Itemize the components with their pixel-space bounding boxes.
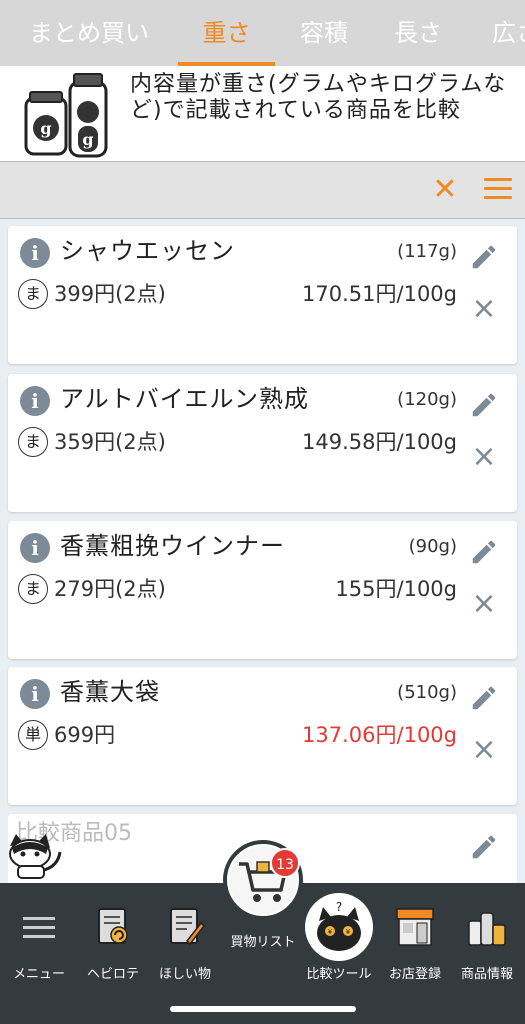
product-price: 359円(2点) — [54, 430, 166, 454]
unit-price: 155円/100g — [335, 577, 457, 601]
svg-text:?: ? — [336, 900, 342, 914]
nav-wishlist[interactable]: ほしい物 — [150, 905, 220, 985]
close-icon[interactable]: ✕ — [430, 174, 460, 206]
product-weight: (510g) — [397, 682, 457, 703]
tab-volume[interactable]: 容積 — [282, 0, 366, 66]
nav-product-label: 商品情報 — [460, 967, 513, 982]
tab-weight[interactable]: 重さ — [178, 0, 275, 66]
product-card: i 香薫粗挽ウインナー (90g) ま 279円(2点) 155円/100g × — [8, 521, 517, 659]
nav-compare-label: 比較ツール — [306, 967, 372, 982]
tab-bulk[interactable]: まとめ買い — [14, 0, 164, 66]
cart-count-badge: 13 — [270, 848, 300, 878]
product-name: 香薫粗挽ウインナー — [60, 532, 285, 560]
svg-text:¥: ¥ — [346, 928, 351, 936]
weight-jars-icon: g g — [24, 73, 108, 158]
nav-product-info[interactable]: 商品情報 — [452, 905, 522, 985]
delete-icon[interactable]: × — [471, 589, 497, 619]
product-price: 699円 — [54, 723, 116, 747]
delete-icon[interactable]: × — [471, 294, 497, 324]
product-price: 279円(2点) — [54, 577, 166, 601]
delete-icon[interactable]: × — [471, 735, 497, 765]
nav-heavy-rotation[interactable]: ヘビロテ — [78, 905, 148, 985]
tab-area[interactable]: 広さ — [474, 0, 525, 66]
svg-text:¥: ¥ — [328, 928, 333, 936]
hamburger-icon — [23, 917, 55, 938]
unit-price: 149.58円/100g — [302, 430, 457, 454]
product-weight: (90g) — [408, 536, 457, 557]
nav-store-register[interactable]: お店登録 — [380, 905, 450, 985]
pencil-icon[interactable] — [469, 242, 499, 272]
product-name: シャウエッセン — [60, 237, 235, 265]
svg-text:g: g — [40, 119, 51, 138]
purchase-type-badge: ま — [18, 574, 48, 604]
pencil-icon[interactable] — [469, 832, 499, 862]
tab-bar: まとめ買い 重さ 容積 長さ 広さ — [0, 0, 525, 66]
nav-menu[interactable]: メニュー — [4, 905, 74, 985]
products-icon — [468, 912, 506, 946]
compare-toolbar: ✕ — [0, 161, 525, 219]
product-name: 香薫大袋 — [60, 678, 160, 706]
info-icon[interactable]: i — [20, 533, 50, 563]
product-card: i アルトバイエルン熟成 (120g) ま 359円(2点) 149.58円/1… — [8, 374, 517, 512]
product-name: アルトバイエルン熟成 — [60, 385, 310, 413]
info-icon[interactable]: i — [20, 238, 50, 268]
nav-compare-tool[interactable]: ? ¥ ¥ — [305, 893, 373, 961]
product-card: i シャウエッセン (117g) ま 399円(2点) 170.51円/100g… — [8, 226, 517, 364]
cat-mascot-icon — [9, 834, 62, 879]
repeat-list-icon — [98, 908, 128, 944]
delete-icon[interactable]: × — [471, 442, 497, 472]
product-weight: (117g) — [397, 241, 457, 262]
store-icon — [396, 908, 434, 946]
purchase-type-badge: 単 — [18, 720, 48, 750]
unit-price-best: 137.06円/100g — [302, 723, 457, 747]
info-icon[interactable]: i — [20, 386, 50, 416]
purchase-type-badge: ま — [18, 279, 48, 309]
pencil-icon[interactable] — [469, 537, 499, 567]
product-price: 399円(2点) — [54, 282, 166, 306]
notepad-pencil-icon — [170, 908, 205, 946]
pencil-icon[interactable] — [469, 390, 499, 420]
product-weight: (120g) — [397, 389, 457, 410]
cat-compare-icon: ? ¥ ¥ — [317, 900, 361, 951]
svg-text:g: g — [82, 130, 93, 149]
unit-price: 170.51円/100g — [302, 282, 457, 306]
description-text: 内容量が重さ(グラムやキログラムなど)で記載されている商品を比較 — [130, 72, 507, 123]
home-indicator — [170, 1006, 356, 1012]
tab-length[interactable]: 長さ — [376, 0, 460, 66]
shopping-list-label: 買物リスト — [230, 935, 296, 950]
pencil-icon[interactable] — [469, 683, 499, 713]
nav-wish-label: ほしい物 — [158, 967, 211, 982]
info-icon[interactable]: i — [20, 679, 50, 709]
purchase-type-badge: ま — [18, 427, 48, 457]
product-card: i 香薫大袋 (510g) 単 699円 137.06円/100g × — [8, 667, 517, 805]
hamburger-icon[interactable] — [484, 178, 512, 204]
